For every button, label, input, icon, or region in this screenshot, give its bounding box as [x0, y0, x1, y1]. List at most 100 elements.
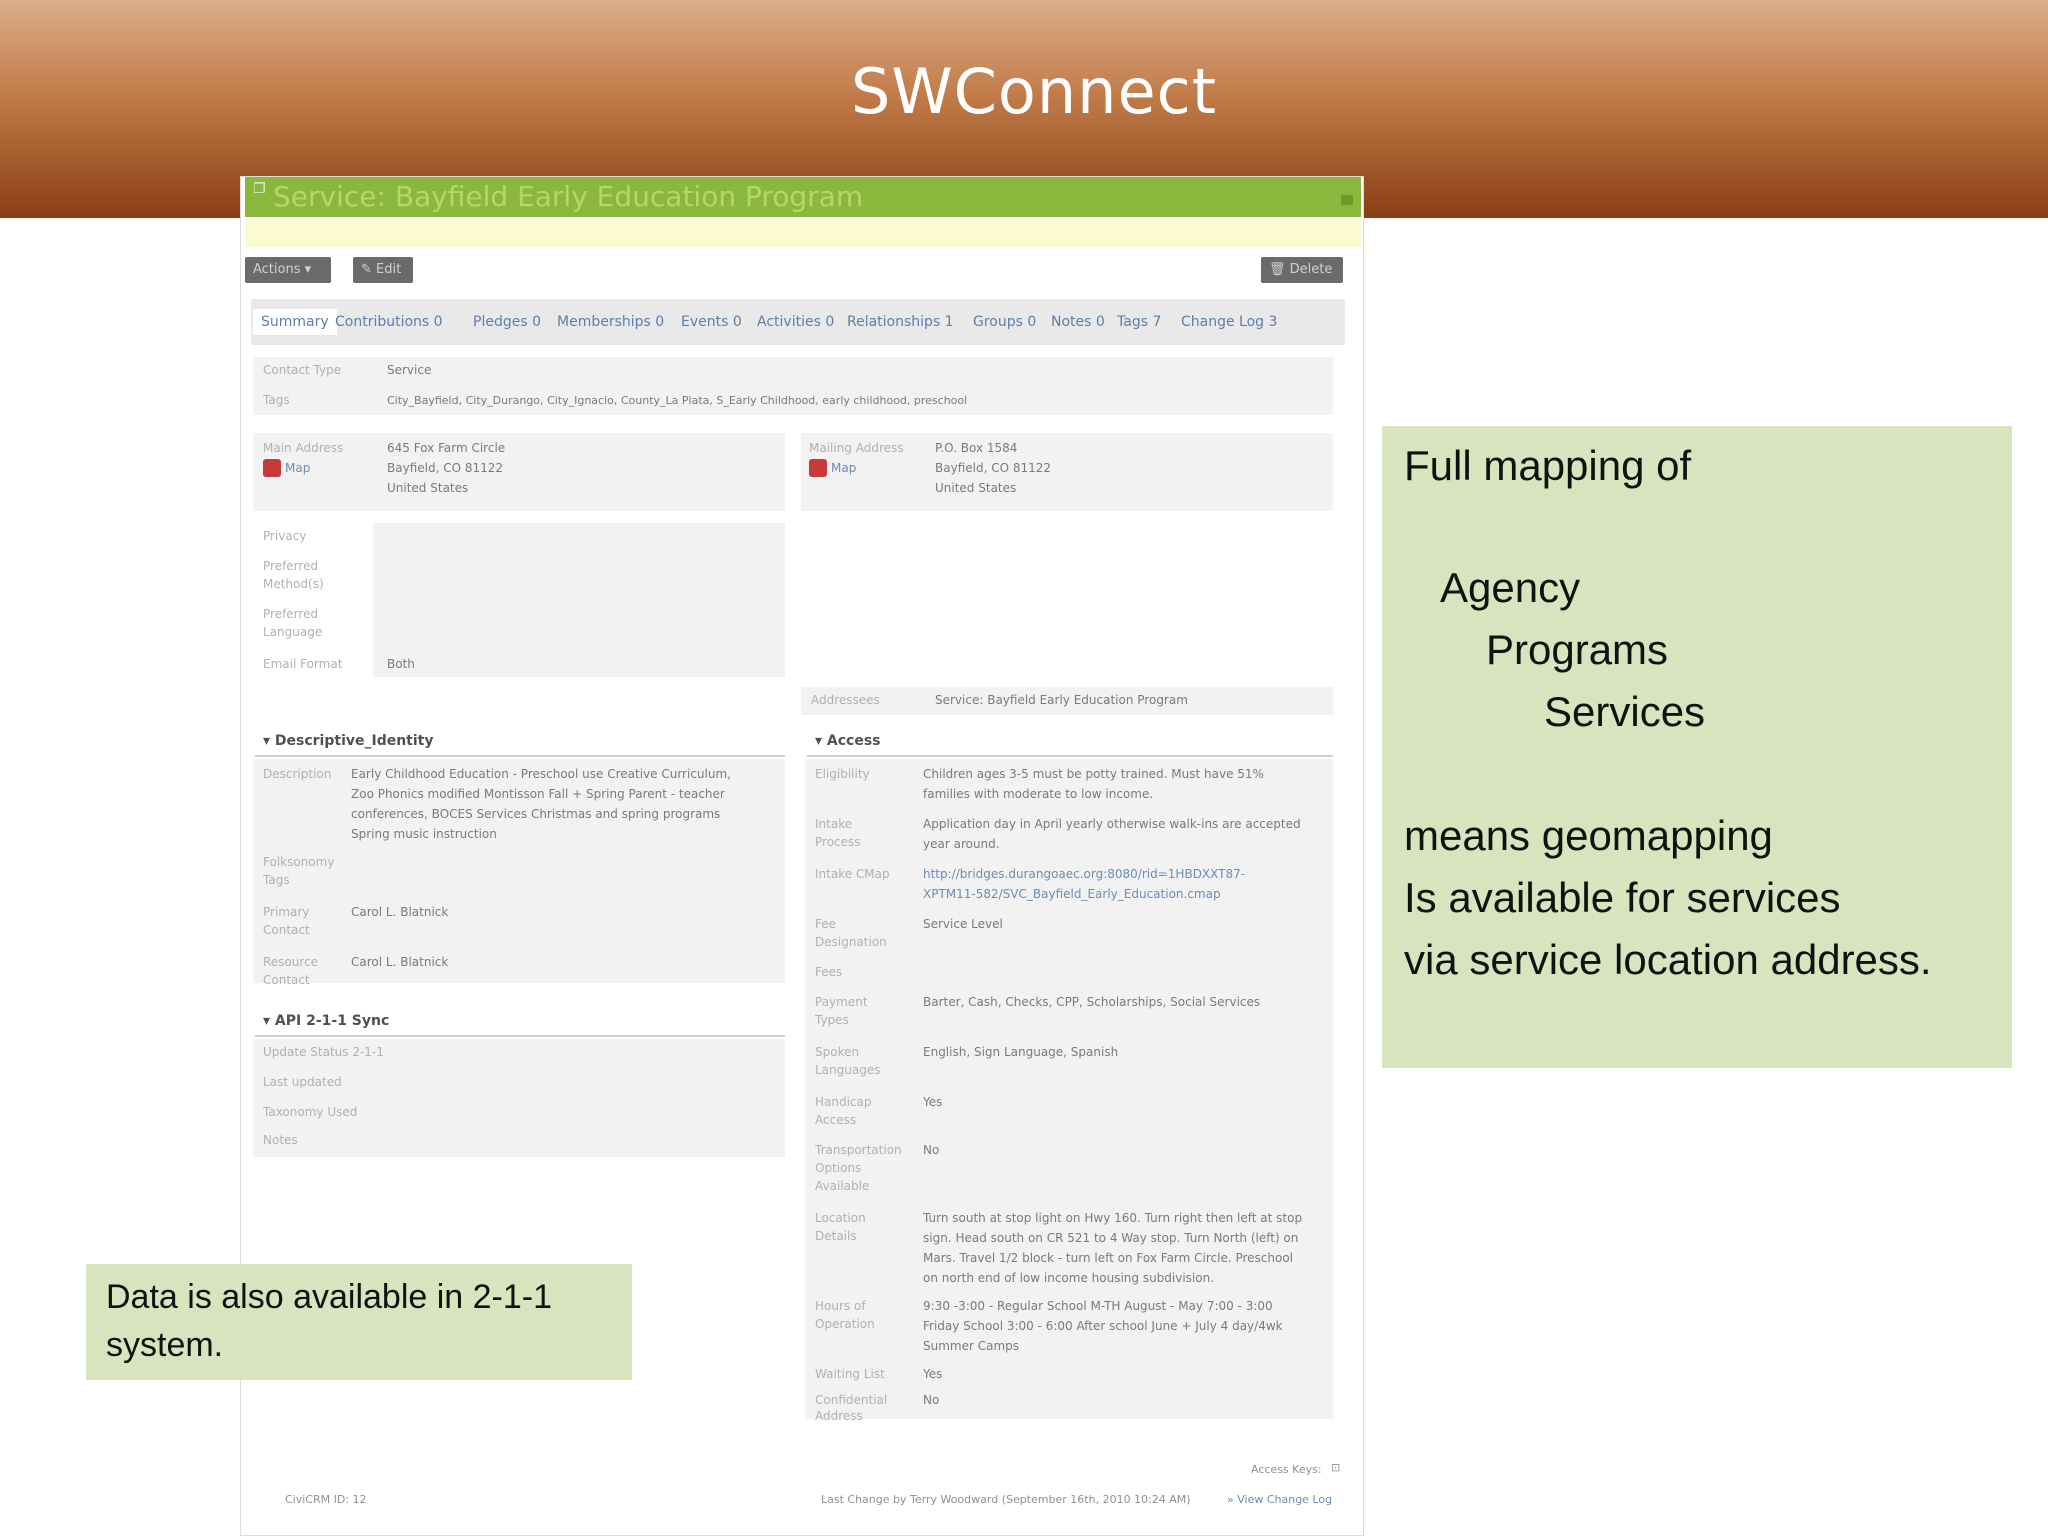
pencil-icon: ✎	[361, 262, 372, 277]
main-address-line: United States	[387, 481, 469, 495]
handicap-value: Yes	[923, 1095, 943, 1109]
intake-process-label: Intake	[815, 817, 853, 831]
tab-activities[interactable]: Activities 0	[757, 309, 834, 335]
edit-button[interactable]: ✎ Edit	[353, 257, 413, 283]
callout-line: system.	[106, 1326, 224, 1364]
api-field-label: Last updated	[263, 1075, 342, 1089]
folksonomy-label: Tags	[263, 873, 290, 887]
spoken-languages-label: Spoken	[815, 1045, 860, 1059]
tab-events[interactable]: Events 0	[681, 309, 742, 335]
hours-label: Hours of	[815, 1299, 866, 1313]
eligibility-line: families with moderate to low income.	[923, 787, 1154, 801]
location-line: Mars. Travel 1/2 block - turn left on Fo…	[923, 1251, 1294, 1265]
mailing-address-map-link[interactable]: Map	[831, 459, 856, 478]
tags-value: City_Bayfield, City_Durango, City_Ignaci…	[387, 394, 968, 407]
trash-icon: 🗑	[1269, 262, 1286, 277]
api-field-label: Taxonomy Used	[263, 1105, 358, 1119]
tab-summary[interactable]: Summary	[253, 309, 337, 335]
handicap-label: Handicap	[815, 1095, 872, 1109]
delete-button[interactable]: 🗑 Delete	[1261, 257, 1343, 283]
description-line: Spring music instruction	[351, 827, 497, 841]
primary-contact-label: Contact	[263, 923, 310, 937]
resource-contact-label: Resource	[263, 955, 319, 969]
tab-tags[interactable]: Tags 7	[1117, 309, 1161, 335]
folksonomy-label: Folksonomy	[263, 855, 335, 869]
tab-memberships[interactable]: Memberships 0	[557, 309, 664, 335]
fee-designation-label: Fee	[815, 917, 837, 931]
eligibility-label: Eligibility	[815, 767, 870, 781]
mailing-address-line: P.O. Box 1584	[935, 441, 1018, 455]
civicrm-id: CiviCRM ID: 12	[285, 1493, 367, 1506]
callout-line: via service location address.	[1404, 936, 1932, 983]
intake-cmap-link[interactable]: http://bridges.durangoaec.org:8080/rid=1…	[923, 865, 1245, 884]
confidential-label: Address	[815, 1409, 863, 1423]
spoken-languages-label: Languages	[815, 1063, 881, 1077]
contact-type-value: Service	[387, 363, 432, 377]
description-label: Description	[263, 767, 332, 781]
location-line: Turn south at stop light on Hwy 160. Tur…	[923, 1211, 1303, 1225]
preferred-language-label: Preferred	[263, 607, 319, 621]
descriptive-section-toggle[interactable]: ▾ Descriptive_Identity	[263, 733, 434, 749]
callout-line: Agency	[1440, 564, 1581, 611]
main-address-map-link[interactable]: Map	[285, 459, 310, 478]
map-icon[interactable]	[263, 459, 281, 477]
addressees-value: Service: Bayfield Early Education Progra…	[935, 693, 1188, 707]
tab-change-log[interactable]: Change Log 3	[1181, 309, 1277, 335]
api-field-label: Update Status 2-1-1	[263, 1045, 384, 1059]
access-section-toggle[interactable]: ▾ Access	[815, 733, 881, 749]
payment-types-label: Types	[815, 1013, 849, 1027]
payment-types-label: Payment	[815, 995, 868, 1009]
page-title-bar: ❐ Service: Bayfield Early Education Prog…	[245, 177, 1361, 217]
callout-line: means geomapping	[1404, 812, 1773, 859]
chevron-down-icon: ▾	[304, 262, 312, 277]
fee-designation-value: Service Level	[923, 917, 1003, 931]
callout-line: Full mapping of	[1404, 442, 1692, 489]
intake-cmap-label: Intake CMap	[815, 867, 890, 881]
location-label: Location	[815, 1211, 866, 1225]
preferred-method-label: Method(s)	[263, 577, 324, 591]
description-line: Early Childhood Education - Preschool us…	[351, 767, 731, 781]
spoken-languages-value: English, Sign Language, Spanish	[923, 1045, 1119, 1059]
main-address-label: Main Address	[263, 441, 344, 455]
eligibility-line: Children ages 3-5 must be potty trained.…	[923, 767, 1264, 781]
intake-cmap-link[interactable]: XPTM11-582/SVC_Bayfield_Early_Education.…	[923, 885, 1221, 904]
section-divider	[255, 755, 785, 757]
resource-contact-label: Contact	[263, 973, 310, 987]
slide: SWConnect ❐ Service: Bayfield Early Educ…	[0, 0, 2048, 1536]
handicap-label: Access	[815, 1113, 857, 1127]
callout-line: Is available for services	[1404, 874, 1841, 921]
tab-contributions[interactable]: Contributions 0	[335, 309, 443, 335]
preferred-language-label: Language	[263, 625, 323, 639]
tab-notes[interactable]: Notes 0	[1051, 309, 1105, 335]
location-label: Details	[815, 1229, 857, 1243]
callout-right: Full mapping of Agency Programs Services…	[1382, 426, 2012, 1068]
map-icon[interactable]	[809, 459, 827, 477]
waiting-list-value: Yes	[923, 1367, 943, 1381]
prefs-block	[373, 523, 785, 677]
fees-label: Fees	[815, 965, 843, 979]
mailing-address-line: United States	[935, 481, 1017, 495]
preferred-method-label: Preferred	[263, 559, 319, 573]
callout-left: Data is also available in 2-1-1 system.	[86, 1264, 632, 1380]
main-address-line: Bayfield, CO 81122	[387, 461, 504, 475]
description-line: Zoo Phonics modified Montisson Fall + Sp…	[351, 787, 725, 801]
transportation-label: Transportation	[815, 1143, 902, 1157]
collapse-icon[interactable]	[1341, 195, 1353, 205]
slide-title: SWConnect	[850, 55, 1217, 128]
hours-label: Operation	[815, 1317, 875, 1331]
contact-type-label: Contact Type	[263, 363, 342, 377]
tab-relationships[interactable]: Relationships 1	[847, 309, 954, 335]
transportation-label: Options	[815, 1161, 862, 1175]
api-field-label: Notes	[263, 1133, 298, 1147]
help-icon[interactable]: ⊡	[1331, 1461, 1340, 1474]
tab-groups[interactable]: Groups 0	[973, 309, 1036, 335]
view-change-log-link[interactable]: » View Change Log	[1227, 1493, 1332, 1506]
description-line: conferences, BOCES Services Christmas an…	[351, 807, 721, 821]
callout-line: Programs	[1486, 626, 1669, 673]
api-section-toggle[interactable]: ▾ API 2-1-1 Sync	[263, 1013, 389, 1029]
page-icon: ❐	[253, 181, 266, 197]
waiting-list-label: Waiting List	[815, 1367, 885, 1381]
actions-button[interactable]: Actions ▾	[245, 257, 331, 283]
tab-pledges[interactable]: Pledges 0	[473, 309, 541, 335]
addressees-label: Addressees	[811, 693, 880, 707]
